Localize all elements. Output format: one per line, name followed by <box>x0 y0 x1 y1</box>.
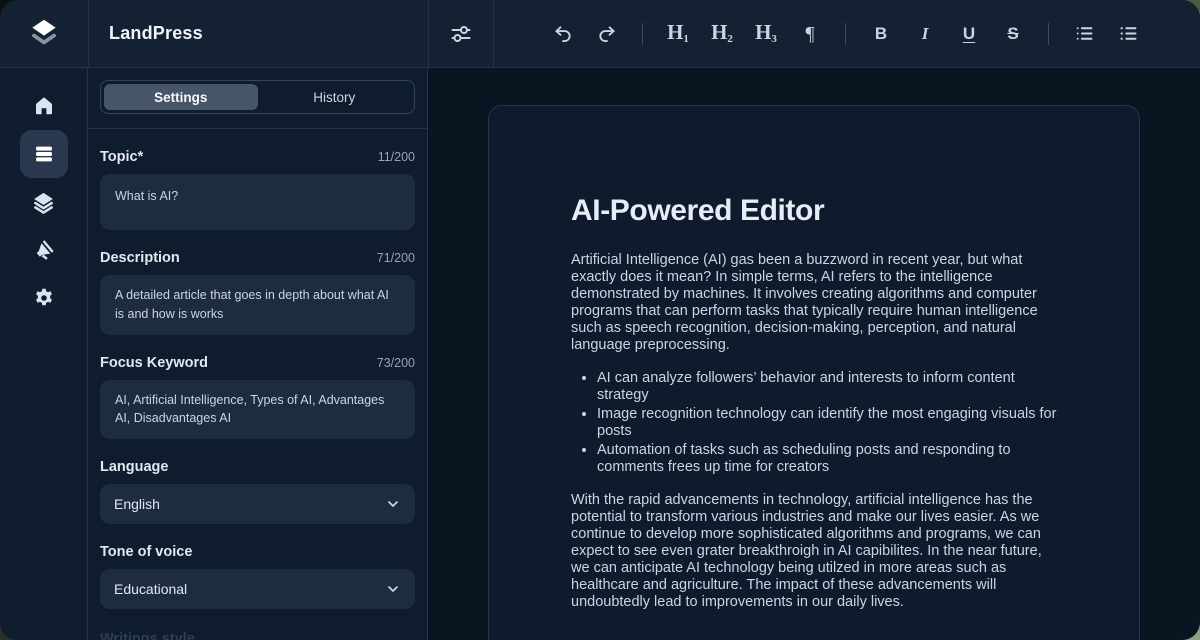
preferences-button[interactable] <box>429 0 494 67</box>
app-window: LandPress <box>0 0 1200 640</box>
document-bullet-list: AI can analyze followers’ behavior and i… <box>571 370 1057 476</box>
app-logo[interactable] <box>0 0 88 67</box>
icon-sidebar <box>0 68 88 640</box>
sidebar-item-content[interactable] <box>20 130 68 178</box>
language-value: English <box>114 496 160 512</box>
topbar: LandPress <box>0 0 1200 68</box>
toolbar-divider <box>642 23 643 45</box>
heading-1-button[interactable]: H1 <box>661 17 695 51</box>
sidebar-item-settings[interactable] <box>20 274 68 322</box>
sliders-icon <box>449 22 473 46</box>
heading-3-icon: H3 <box>755 22 777 45</box>
underline-icon: U <box>963 24 975 44</box>
topic-counter: 11/200 <box>378 150 415 164</box>
redo-button[interactable] <box>590 17 624 51</box>
tab-history[interactable]: History <box>258 84 412 110</box>
editor-toolbar-area: H1 H2 H3 ¶ B I U <box>428 0 1200 67</box>
description-counter: 71/200 <box>377 251 415 265</box>
chevron-down-icon <box>385 581 401 597</box>
italic-button[interactable]: I <box>908 17 942 51</box>
topic-input[interactable]: What is AI? <box>100 174 415 230</box>
paragraph-button[interactable]: ¶ <box>793 17 827 51</box>
strikethrough-icon: S <box>1007 24 1018 44</box>
focus-keyword-counter: 73/200 <box>377 356 415 370</box>
layers-logo-icon <box>25 15 63 53</box>
language-select[interactable]: English <box>100 484 415 524</box>
description-label: Description <box>100 250 180 266</box>
heading-3-button[interactable]: H3 <box>749 17 783 51</box>
tab-settings[interactable]: Settings <box>104 84 258 110</box>
sidebar-item-home[interactable] <box>20 82 68 130</box>
layers-icon <box>31 190 56 215</box>
list-item[interactable]: Image recognition technology can identif… <box>597 406 1057 440</box>
megaphone-icon <box>32 238 56 262</box>
panel-divider <box>88 128 427 129</box>
brand-title: LandPress <box>109 23 203 44</box>
description-field: Description 71/200 A detailed article th… <box>100 250 415 335</box>
formatting-toolbar: H1 H2 H3 ¶ B I U <box>494 0 1145 67</box>
heading-2-icon: H2 <box>711 22 733 45</box>
underline-button[interactable]: U <box>952 17 986 51</box>
document-paragraph[interactable]: Artificial Intelligence (AI) gas been a … <box>571 252 1057 354</box>
list-item[interactable]: AI can analyze followers’ behavior and i… <box>597 370 1057 404</box>
tone-field: Tone of voice Educational <box>100 544 415 609</box>
sidebar-item-promote[interactable] <box>20 226 68 274</box>
strikethrough-button[interactable]: S <box>996 17 1030 51</box>
content-rows-icon <box>32 142 56 166</box>
undo-button[interactable] <box>546 17 580 51</box>
topic-field: Topic* 11/200 What is AI? <box>100 149 415 230</box>
heading-2-button[interactable]: H2 <box>705 17 739 51</box>
gear-icon <box>32 286 56 310</box>
editor-area: AI-Powered Editor Artificial Intelligenc… <box>428 68 1200 640</box>
sidebar-item-layers[interactable] <box>20 178 68 226</box>
redo-icon <box>597 24 617 44</box>
undo-icon <box>553 24 573 44</box>
language-label: Language <box>100 459 168 475</box>
settings-panel: Settings History Topic* 11/200 What is A… <box>88 68 428 640</box>
document-body: Artificial Intelligence (AI) gas been a … <box>571 252 1057 611</box>
brand: LandPress <box>88 0 428 67</box>
bold-icon: B <box>875 24 887 44</box>
tone-select[interactable]: Educational <box>100 569 415 609</box>
topic-label: Topic* <box>100 149 143 165</box>
italic-icon: I <box>922 24 929 44</box>
bullet-list-icon <box>1074 23 1095 44</box>
home-icon <box>32 94 56 118</box>
ordered-list-button[interactable] <box>1111 17 1145 51</box>
tone-label: Tone of voice <box>100 544 192 560</box>
heading-1-icon: H1 <box>667 22 689 45</box>
toolbar-divider <box>845 23 846 45</box>
document-paragraph[interactable]: With the rapid advancements in technolog… <box>571 492 1057 611</box>
ordered-list-icon <box>1118 23 1139 44</box>
description-input[interactable]: A detailed article that goes in depth ab… <box>100 275 415 335</box>
bold-button[interactable]: B <box>864 17 898 51</box>
focus-keyword-field: Focus Keyword 73/200 AI, Artificial Inte… <box>100 355 415 440</box>
paragraph-icon: ¶ <box>805 24 814 44</box>
writings-style-label: Writings style <box>100 631 415 640</box>
language-field: Language English <box>100 459 415 524</box>
document-title[interactable]: AI-Powered Editor <box>571 194 1057 228</box>
focus-keyword-input[interactable]: AI, Artificial Intelligence, Types of AI… <box>100 380 415 440</box>
bullet-list-button[interactable] <box>1067 17 1101 51</box>
tone-value: Educational <box>114 581 187 597</box>
toolbar-divider <box>1048 23 1049 45</box>
focus-keyword-label: Focus Keyword <box>100 355 208 371</box>
editor-document[interactable]: AI-Powered Editor Artificial Intelligenc… <box>488 105 1140 640</box>
panel-tabs: Settings History <box>100 80 415 114</box>
list-item[interactable]: Automation of tasks such as scheduling p… <box>597 442 1057 476</box>
chevron-down-icon <box>385 496 401 512</box>
